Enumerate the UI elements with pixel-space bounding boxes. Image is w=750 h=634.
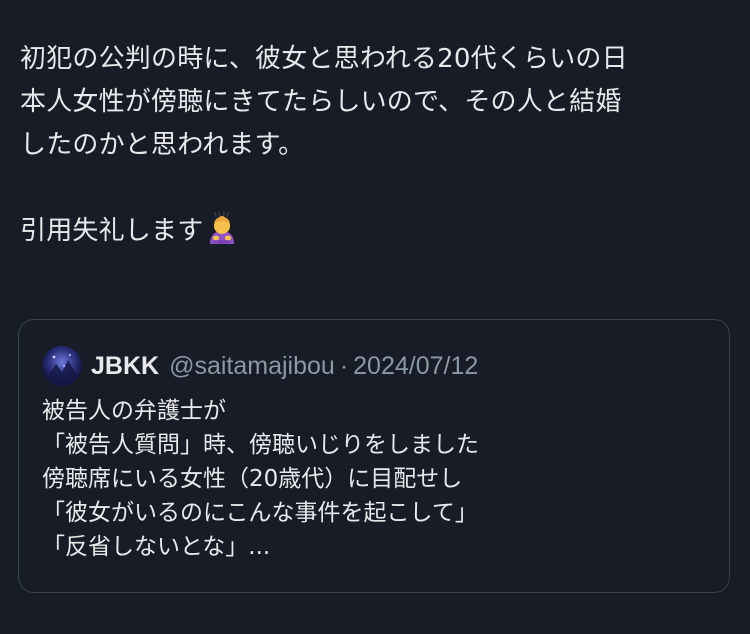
quoted-tweet-card[interactable]: JBKK @saitamajibou · 2024/07/12 被告人の弁護士が… <box>18 319 730 593</box>
tweet-text-line: 初犯の公判の時に、彼女と思われる20代くらいの日 <box>20 44 628 74</box>
tweet-text-line: したのかと思われます。 <box>20 130 305 160</box>
avatar[interactable] <box>42 346 82 386</box>
person-bowing-emoji-icon <box>205 211 239 245</box>
quoted-tweet-header: JBKK @saitamajibou · 2024/07/12 <box>42 346 478 386</box>
tweet-text-line: 本人女性が傍聴にきてたらしいので、その人と結婚 <box>20 87 622 117</box>
quoted-text-line: 被告人の弁護士が <box>42 398 226 424</box>
quoted-text-line: 「彼女がいるのにこんな事件を起こして」 <box>42 500 478 526</box>
quoted-text-line: 「被告人質問」時、傍聴いじりをしました <box>42 432 479 458</box>
tweet-text-line: 引用失礼します <box>20 210 720 253</box>
post-date[interactable]: 2024/07/12 <box>353 352 478 381</box>
user-handle[interactable]: @saitamajibou <box>169 352 335 381</box>
quoted-tweet-text: 被告人の弁護士が 「被告人質問」時、傍聴いじりをしました 傍聴席にいる女性（20… <box>42 394 712 564</box>
quoted-text-line: 「反省しないとな」... <box>42 534 271 560</box>
display-name[interactable]: JBKK <box>91 352 159 381</box>
tweet-text: 初犯の公判の時に、彼女と思われる20代くらいの日 本人女性が傍聴にきてたらしいの… <box>20 38 720 253</box>
separator-dot: · <box>339 351 349 380</box>
quoted-text-line: 傍聴席にいる女性（20歳代）に目配せし <box>42 466 463 492</box>
tweet-quote-note: 引用失礼します <box>20 216 204 246</box>
